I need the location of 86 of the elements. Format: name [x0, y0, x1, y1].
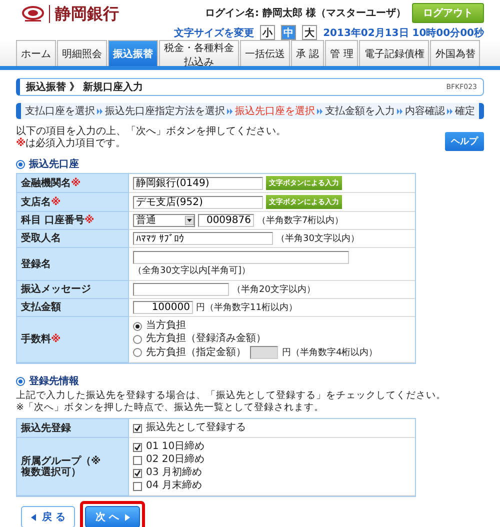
checkbox[interactable]	[133, 442, 142, 452]
nav-tab[interactable]: ホーム	[16, 40, 56, 66]
option-label: 04 月末締め	[146, 480, 202, 492]
input-field[interactable]: 静岡銀行(0149)	[133, 176, 263, 190]
section-heading: 振込先口座	[29, 157, 79, 171]
nav-tab[interactable]: 電子記録債権	[359, 40, 430, 66]
required-mark: ※	[51, 334, 61, 345]
bank-name: 静岡銀行	[49, 5, 119, 23]
option-label: 02 20日締め	[146, 454, 205, 466]
caret-icon	[185, 216, 194, 225]
option-label: 当方負担	[146, 320, 186, 332]
hint-text: （全角30文字以内[半角可]）	[133, 265, 252, 277]
option-label: 01 10日締め	[146, 441, 205, 453]
field-label: 登録名	[21, 258, 51, 270]
double-chevron-icon	[227, 108, 233, 114]
radio-button[interactable]	[133, 334, 142, 344]
radio-button[interactable]	[133, 322, 142, 330]
field-label: 振込メッセージ	[21, 284, 91, 295]
description-text: ※「次へ」ボタンを押した時点で、振込先一覧として登録されます。	[16, 402, 325, 414]
bullet-icon	[16, 160, 25, 168]
hint-text: （半角20文字以内）	[232, 284, 316, 296]
bank-logo-icon	[22, 6, 44, 22]
nav-tab[interactable]: 外国為替	[430, 40, 480, 66]
input-field[interactable]: 100000	[133, 301, 193, 314]
field-label: 支払金額	[21, 302, 61, 313]
double-chevron-icon	[397, 108, 403, 114]
required-mark: ※	[16, 138, 26, 150]
hint-text: （半角30文字以内）	[276, 232, 360, 244]
hint-text: （半角数字7桁以内）	[257, 214, 344, 226]
nav-tab[interactable]: 振込振替	[108, 40, 158, 66]
nav-tab[interactable]: 明細照会	[57, 40, 107, 66]
checkbox[interactable]	[133, 482, 142, 490]
step-label: 振込先口座を選択	[235, 104, 315, 118]
select-field[interactable]: 普通	[133, 214, 195, 227]
field-label: 手数料	[21, 334, 51, 345]
required-mark: ※	[84, 215, 94, 226]
checkbox[interactable]	[133, 468, 142, 478]
input-field[interactable]	[133, 251, 349, 264]
checkbox[interactable]	[133, 456, 142, 464]
section-heading: 登録先情報	[29, 374, 79, 388]
right-triangle-icon	[124, 514, 130, 520]
field-label: 科目 口座番号	[21, 215, 84, 226]
instruction-text: 以下の項目を入力の上、「次へ」ボタンを押してください。	[16, 126, 286, 138]
input-field[interactable]: デモ支店(952)	[133, 196, 263, 208]
nav-tab[interactable]: 一括伝送	[240, 40, 290, 66]
field-label: 受取人名	[21, 233, 61, 244]
step-label: 支払口座を選択	[25, 104, 95, 118]
input-field[interactable]: 0009876	[198, 214, 254, 227]
option-label: 先方負担（指定金額）	[146, 346, 246, 358]
field-label: 所属グループ（※複数選択可）	[21, 456, 102, 478]
radio-button[interactable]	[133, 348, 142, 357]
checkbox[interactable]	[133, 424, 142, 432]
double-chevron-icon	[317, 108, 323, 114]
option-label: 先方負担（登録済み金額）	[146, 333, 266, 345]
nav-tab[interactable]: 管 理	[325, 40, 358, 66]
step-label: 支払金額を入力	[325, 104, 395, 118]
font-size-button[interactable]: 小	[260, 25, 276, 40]
nav-tab[interactable]: 承 認	[291, 40, 324, 66]
step-label: 確定	[455, 104, 475, 118]
datetime: 2013年02月13日 10時00分00秒	[323, 26, 484, 40]
description-text: 上記で入力した振込先を登録する場合は、「振込先として登録する」をチェックしてください。	[16, 390, 447, 402]
instruction-text: は必須入力項目です。	[26, 138, 126, 150]
required-mark: ※	[51, 196, 61, 208]
back-button[interactable]: 戻 る	[21, 506, 76, 527]
field-label: 金融機関名	[21, 178, 71, 188]
hint-text: 円（半角数字11桁以内）	[196, 302, 298, 314]
bullet-icon	[16, 376, 25, 386]
page-title: 振込振替 》 新規口座入力	[26, 80, 143, 94]
double-chevron-icon	[447, 108, 453, 114]
double-chevron-icon	[97, 108, 103, 114]
hint-text: 円（半角数字4桁以内）	[282, 346, 378, 358]
field-label: 支店名	[21, 196, 51, 208]
step-label: 内容確認	[405, 104, 445, 118]
font-size-button[interactable]: 大	[302, 25, 318, 40]
option-label: 振込先として登録する	[146, 422, 246, 434]
font-size-label: 文字サイズを変更	[174, 26, 254, 40]
left-triangle-icon	[31, 514, 36, 520]
input-field[interactable]	[133, 283, 229, 296]
field-label: 振込先登録	[21, 422, 71, 434]
option-label: 03 月初締め	[146, 467, 202, 479]
input-field[interactable]: ﾊﾏﾏﾂ ｻﾌﾞﾛｳ	[133, 232, 273, 245]
help-button[interactable]: ヘルプ	[445, 132, 484, 151]
nav-tab[interactable]: 税金・各種料金払込み	[159, 40, 239, 66]
required-mark: ※	[71, 178, 81, 188]
login-name: ログイン名: 静岡太郎 様（マスターユーザ）	[205, 6, 406, 20]
step-label: 振込先口座指定方法を選択	[105, 104, 225, 118]
